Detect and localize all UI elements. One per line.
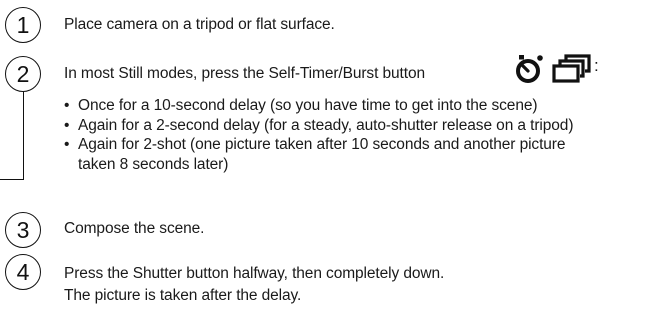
step-1-number: 1: [5, 7, 41, 43]
step-4-text-line1: Press the Shutter button halfway, then c…: [64, 265, 445, 282]
step-2-number: 2: [5, 56, 41, 92]
burst-icon: [552, 54, 591, 83]
step-3-number: 3: [5, 212, 41, 248]
self-timer-icon: [516, 55, 544, 83]
step-2-bracket: [0, 88, 24, 180]
list-item: Again for a 2-second delay (for a steady…: [64, 116, 573, 136]
step-2-options-list: Once for a 10-second delay (so you have …: [64, 96, 573, 174]
list-item: Again for 2-shot (one picture taken afte…: [64, 135, 573, 174]
list-item: Once for a 10-second delay (so you have …: [64, 96, 573, 116]
step-2-text: In most Still modes, press the Self-Time…: [64, 65, 425, 82]
step-4-number: 4: [5, 254, 41, 290]
step-2-colon: :: [594, 56, 599, 75]
step-3-text: Compose the scene.: [64, 220, 205, 237]
step-4-text-line2: The picture is taken after the delay.: [64, 287, 302, 304]
step-1-text: Place camera on a tripod or flat surface…: [64, 16, 335, 33]
instruction-page: 1 Place camera on a tripod or flat surfa…: [0, 0, 653, 309]
self-timer-burst-icons: [514, 54, 596, 84]
